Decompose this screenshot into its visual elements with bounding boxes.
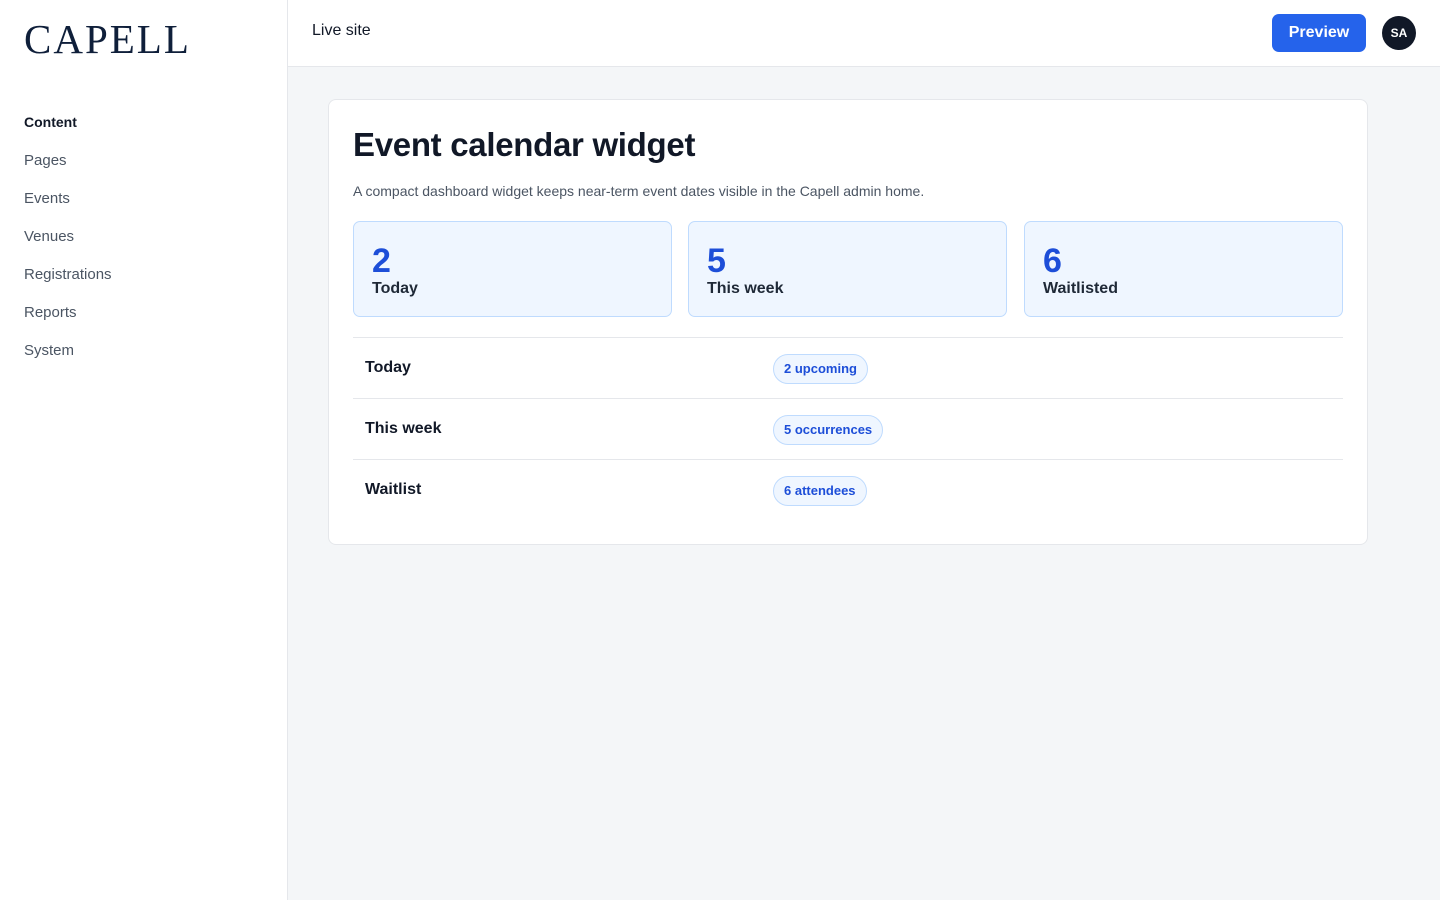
stat-cards: 2 Today 5 This week 6 Waitlisted <box>353 221 1343 317</box>
stat-value: 5 <box>707 242 726 280</box>
sidebar-item-events[interactable]: Events <box>0 180 287 218</box>
stat-card-waitlisted: 6 Waitlisted <box>1024 221 1343 317</box>
sidebar: CAPELL Content Pages Events Venues Regis… <box>0 0 288 900</box>
stat-label: Waitlisted <box>1043 280 1118 297</box>
event-calendar-widget-card: Event calendar widget A compact dashboar… <box>328 99 1368 545</box>
status-badge: 5 occurrences <box>773 415 884 445</box>
stat-card-this-week: 5 This week <box>688 221 1007 317</box>
row-label: Today <box>365 359 411 376</box>
stat-value: 6 <box>1043 242 1062 280</box>
status-badge: 2 upcoming <box>773 354 868 384</box>
stat-value: 2 <box>372 242 391 280</box>
sidebar-nav: Pages Events Venues Registrations Report… <box>0 142 287 370</box>
sidebar-item-system[interactable]: System <box>0 332 287 370</box>
sidebar-item-reports[interactable]: Reports <box>0 294 287 332</box>
summary-list: Today 2 upcoming This week 5 occurrences… <box>353 337 1343 520</box>
sidebar-item-registrations[interactable]: Registrations <box>0 256 287 294</box>
stat-label: Today <box>372 280 418 297</box>
sidebar-item-venues[interactable]: Venues <box>0 218 287 256</box>
sidebar-item-pages[interactable]: Pages <box>0 142 287 180</box>
preview-button[interactable]: Preview <box>1272 14 1366 52</box>
user-avatar[interactable]: SA <box>1382 16 1416 50</box>
summary-row-today: Today 2 upcoming <box>353 337 1343 398</box>
topbar: Live site Preview SA <box>288 0 1440 67</box>
stat-label: This week <box>707 280 784 297</box>
widget-title: Event calendar widget <box>353 126 696 163</box>
row-label: This week <box>365 420 442 437</box>
live-site-link[interactable]: Live site <box>312 22 371 40</box>
sidebar-section-heading: Content <box>24 114 77 130</box>
capell-logo[interactable]: CAPELL <box>24 18 191 60</box>
status-badge: 6 attendees <box>773 476 867 506</box>
admin-app: CAPELL Content Pages Events Venues Regis… <box>0 0 1440 900</box>
summary-row-this-week: This week 5 occurrences <box>353 398 1343 459</box>
stat-card-today: 2 Today <box>353 221 672 317</box>
row-label: Waitlist <box>365 481 422 498</box>
widget-description: A compact dashboard widget keeps near-te… <box>353 183 925 199</box>
summary-row-waitlist: Waitlist 6 attendees <box>353 459 1343 520</box>
